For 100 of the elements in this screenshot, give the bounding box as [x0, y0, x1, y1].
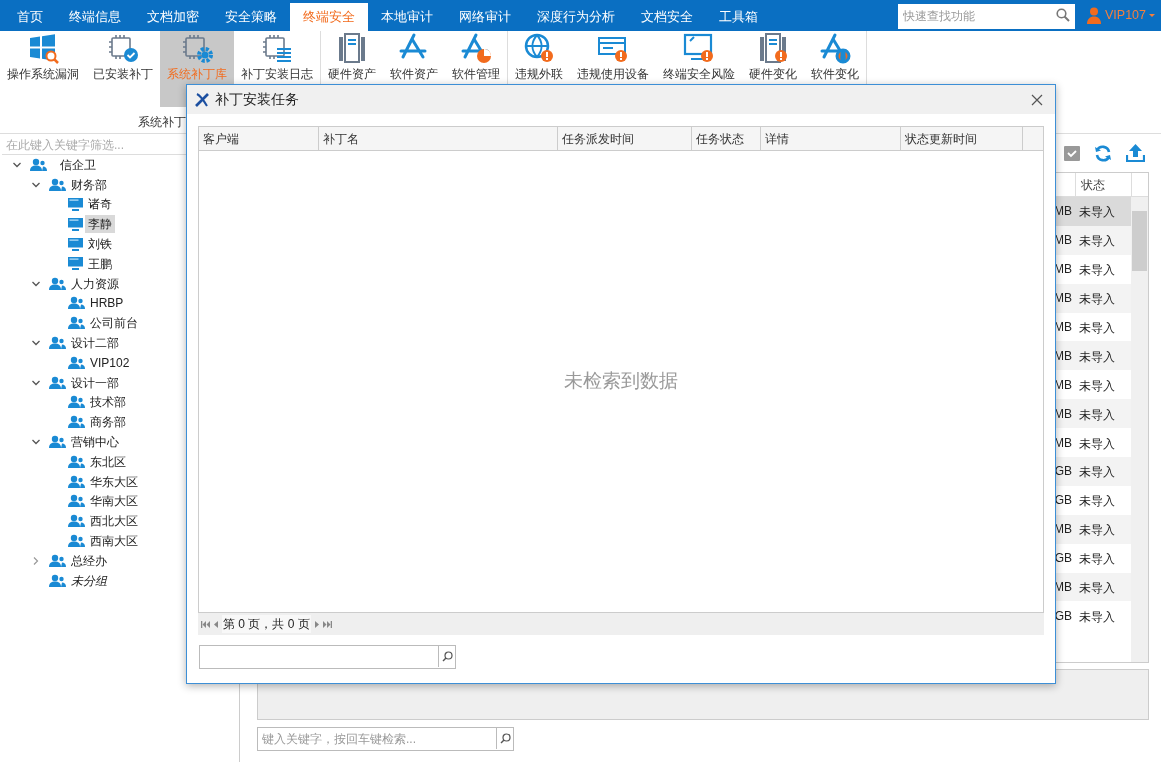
table-cell: 未导入	[1079, 523, 1115, 538]
user-group-icon	[68, 534, 85, 549]
user-group-icon	[68, 454, 85, 469]
tree-item[interactable]: 刘铁	[85, 235, 115, 254]
nav-tab[interactable]: 本地审计	[368, 3, 446, 31]
last-page-icon[interactable]	[322, 620, 332, 628]
user-group-icon	[49, 435, 66, 450]
nav-tab[interactable]: 文档安全	[628, 3, 706, 31]
page-indicator: 第 0 页，共 0 页	[222, 615, 311, 633]
tree-item[interactable]: HRBP	[87, 294, 127, 313]
ribbon-button[interactable]: 硬件资产	[321, 31, 383, 107]
ribbon-button[interactable]: 违规使用设备	[570, 31, 656, 107]
tree-item[interactable]: 人力资源	[68, 274, 122, 293]
user-group-icon	[68, 355, 85, 370]
windows-search-icon	[27, 32, 59, 64]
quick-search-field[interactable]: 快速查找功能	[898, 3, 1075, 29]
user-group-icon	[68, 316, 85, 331]
table-cell: 未导入	[1079, 407, 1115, 422]
tree-item[interactable]: 设计二部	[68, 334, 122, 353]
tree-item[interactable]: 公司前台	[87, 314, 141, 333]
nav-tab[interactable]: 首页	[4, 3, 56, 31]
tree-item[interactable]: 财务部	[68, 175, 110, 194]
table-cell: 未导入	[1079, 349, 1115, 364]
computer-icon	[68, 257, 83, 271]
user-group-icon	[49, 276, 66, 291]
table-cell: 未导入	[1079, 581, 1115, 595]
keyword-search-field[interactable]: 键入关键字，按回车键检索...	[257, 727, 514, 751]
tree-item[interactable]: 技术部	[87, 393, 129, 412]
search-icon	[441, 650, 453, 662]
table-cell: 未导入	[1079, 234, 1115, 249]
nav-tab[interactable]: 工具箱	[706, 3, 771, 31]
user-group-icon	[68, 395, 85, 410]
tree-item[interactable]: 华东大区	[87, 472, 141, 491]
ribbon-button[interactable]: 违规外联	[508, 31, 570, 107]
tree-item[interactable]: 营销中心	[68, 433, 122, 452]
search-icon	[499, 732, 511, 744]
next-page-icon[interactable]	[314, 620, 319, 628]
nav-tab[interactable]: 深度行为分析	[524, 3, 628, 31]
chip-gear-icon	[181, 32, 213, 64]
group-label: 系统补丁	[138, 114, 187, 131]
table-cell: 未导入	[1079, 609, 1115, 624]
computer-icon	[68, 237, 83, 251]
search-icon[interactable]	[1056, 8, 1070, 22]
chip-check-icon	[107, 32, 139, 64]
nav-tab[interactable]: 安全策略	[212, 3, 290, 31]
user-group-icon	[49, 336, 66, 351]
tree-item[interactable]: 西北大区	[87, 512, 141, 531]
nav-tab[interactable]: 终端信息	[56, 3, 134, 31]
column-header[interactable]: 详情	[761, 127, 901, 150]
tree-item[interactable]: 王鹏	[85, 254, 115, 273]
ribbon-button[interactable]: 已安装补丁	[86, 31, 160, 107]
task-search-field[interactable]	[199, 645, 456, 669]
tree-item[interactable]: 总经办	[68, 551, 110, 570]
table-cell: 未导入	[1079, 205, 1115, 220]
nav-tab[interactable]: 文档加密	[134, 3, 212, 31]
table-cell-text: GB	[1054, 463, 1072, 481]
tree-item[interactable]: 东北区	[87, 452, 129, 471]
tree-item[interactable]: 未分组	[68, 571, 110, 590]
table-cell-text: GB	[1054, 607, 1072, 625]
user-group-icon	[68, 494, 85, 509]
table-cell-text: GB	[1054, 492, 1072, 510]
app-alert-icon	[819, 32, 851, 64]
column-header[interactable]: 状态更新时间	[901, 127, 1023, 150]
tree-item[interactable]: 李静	[85, 215, 115, 234]
tree-item[interactable]: 西南大区	[87, 532, 141, 551]
user-group-icon	[68, 415, 85, 430]
nav-tab[interactable]: 网络审计	[446, 3, 524, 31]
first-page-icon[interactable]	[201, 620, 210, 628]
refresh-icon[interactable]	[1094, 144, 1112, 162]
upload-icon[interactable]	[1126, 144, 1145, 162]
previous-page-icon[interactable]	[214, 620, 218, 628]
tree-item[interactable]: 诸奇	[85, 195, 115, 214]
empty-message: 未检索到数据	[564, 369, 678, 394]
table-cell: 未导入	[1079, 292, 1115, 307]
chevron-right-icon[interactable]	[31, 555, 41, 566]
app-chart-icon	[460, 32, 492, 64]
tree-item[interactable]: 设计一部	[68, 373, 122, 392]
server-icon	[336, 32, 368, 64]
table-cell: 未导入	[1079, 263, 1115, 278]
table-cell-text: GB	[1054, 550, 1072, 568]
chip-list-icon	[261, 32, 293, 64]
column-header[interactable]: 任务派发时间	[558, 127, 692, 150]
ribbon-button[interactable]: 操作系统漏洞	[0, 31, 86, 107]
column-header[interactable]: 任务状态	[692, 127, 761, 150]
tree-item[interactable]: 信企卫	[57, 155, 99, 174]
column-header[interactable]: 客户端	[199, 127, 319, 150]
globe-alert-icon	[523, 32, 555, 64]
checklist-icon[interactable]	[1064, 145, 1080, 161]
user-group-icon	[49, 573, 66, 588]
user-group-icon	[68, 514, 85, 529]
column-header[interactable]: 补丁名	[319, 127, 558, 150]
tree-item[interactable]: 华南大区	[87, 492, 141, 511]
column-header[interactable]: 状态	[1081, 175, 1105, 194]
ribbon-button[interactable]: 软件资产	[383, 31, 445, 107]
tree-item[interactable]: VIP102	[87, 353, 133, 372]
table-cell: 未导入	[1079, 552, 1115, 567]
tree-item[interactable]: 商务部	[87, 413, 129, 432]
scrollbar[interactable]	[1131, 197, 1148, 662]
ribbon-button[interactable]: 终端安全风险	[656, 31, 742, 107]
user-group-icon	[49, 177, 66, 192]
